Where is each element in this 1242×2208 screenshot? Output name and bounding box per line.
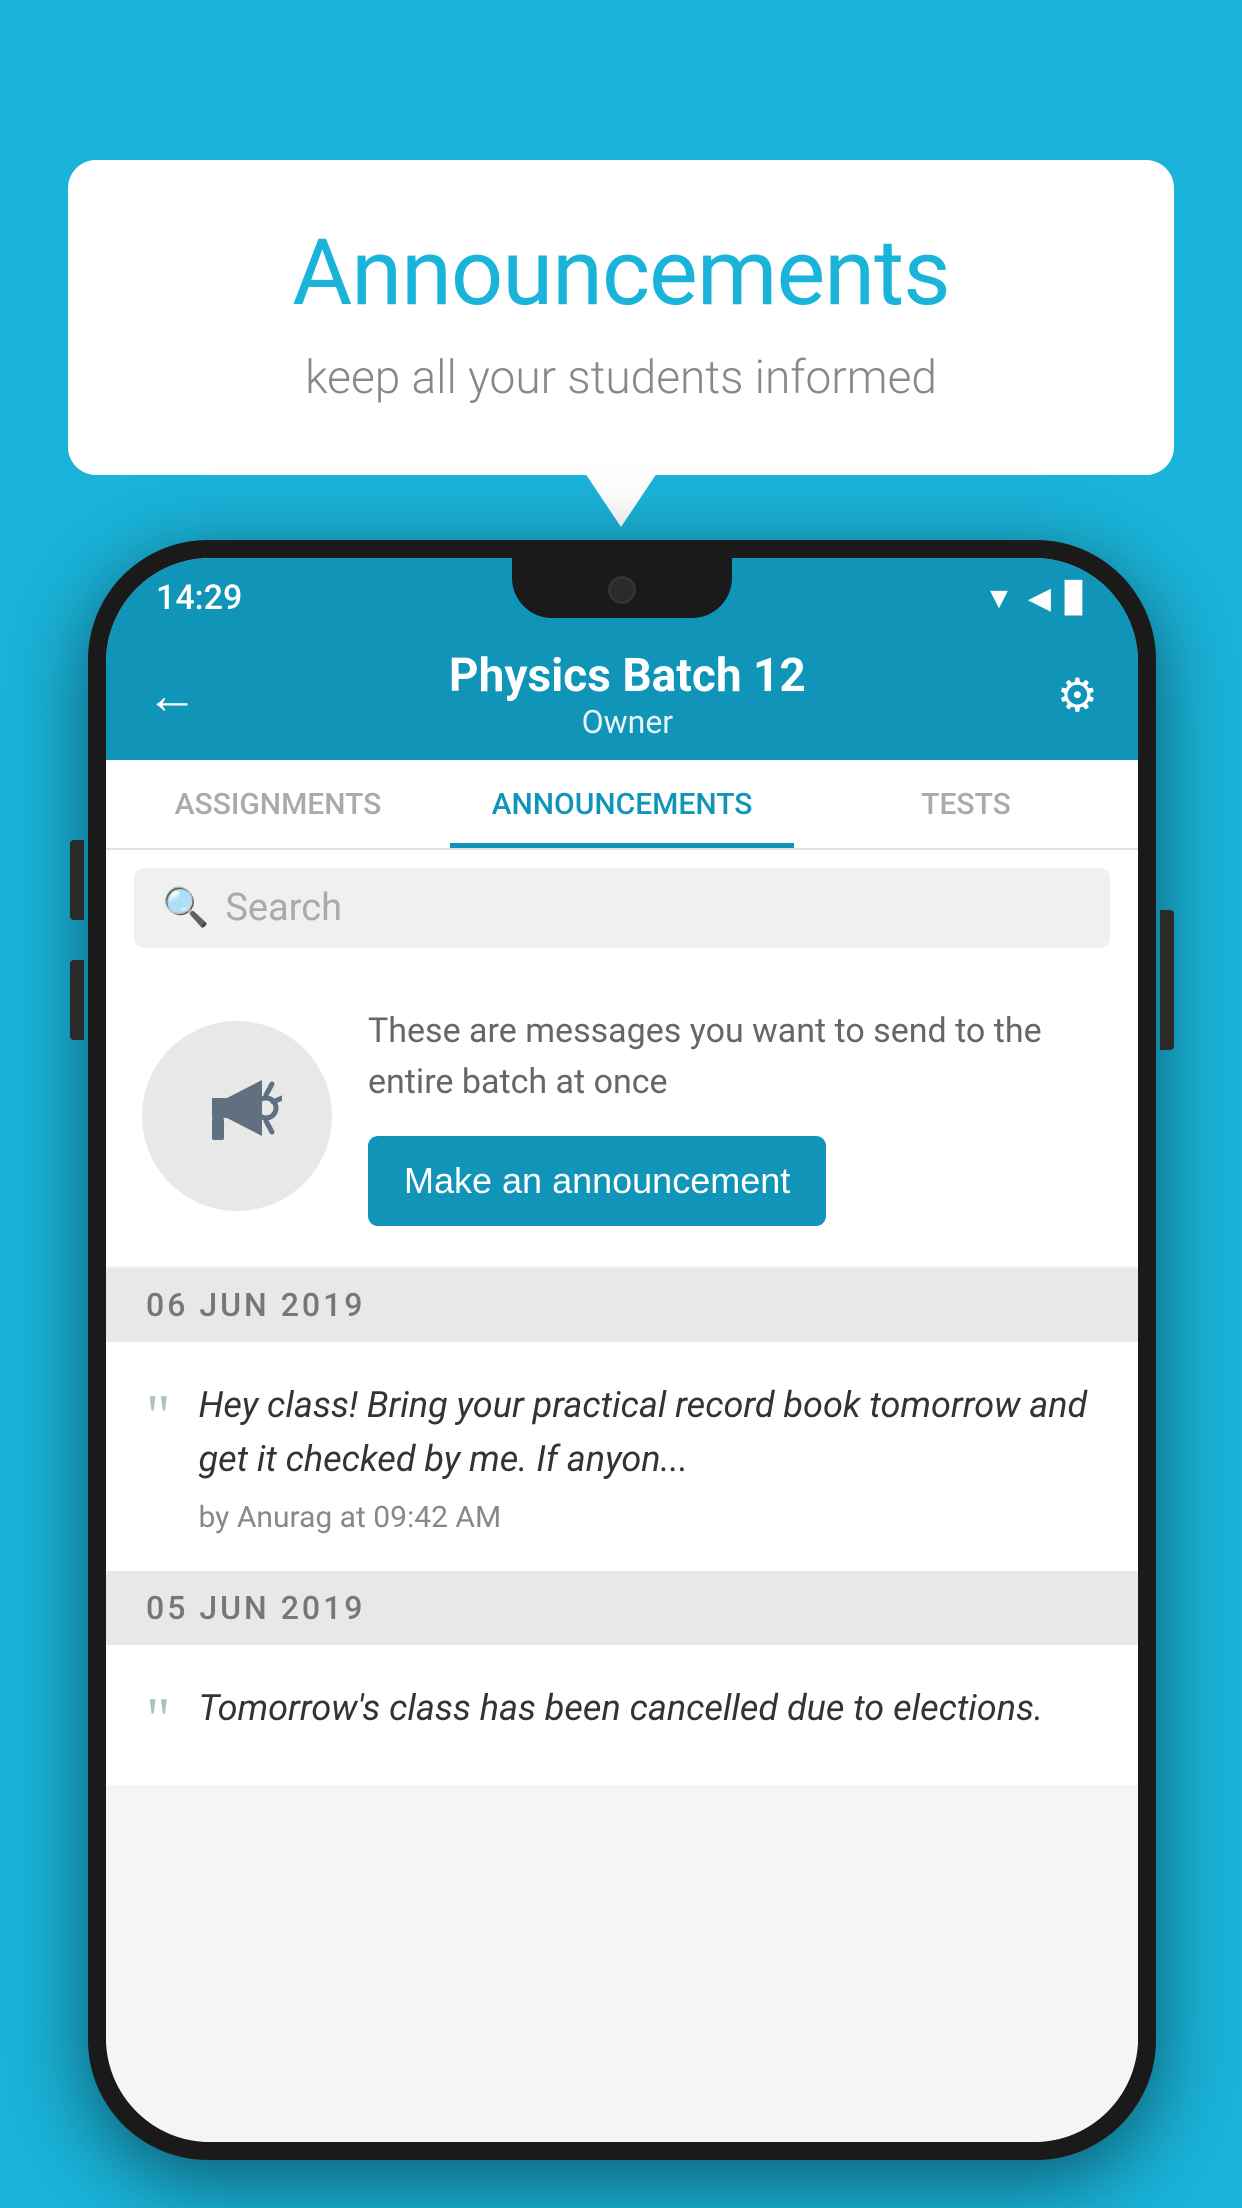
signal-icon: ◀ bbox=[1028, 581, 1051, 616]
date-header-jun05: 05 JUN 2019 bbox=[106, 1571, 1138, 1645]
megaphone-icon bbox=[192, 1060, 282, 1172]
announcement-promo: These are messages you want to send to t… bbox=[106, 966, 1138, 1266]
front-camera bbox=[608, 576, 636, 604]
phone-outer: 14:29 ▼ ◀ ▊ ← Physics Batch 12 Owner ⚙ bbox=[88, 540, 1156, 2160]
content-area: 🔍 Search bbox=[106, 850, 1138, 2142]
battery-icon: ▊ bbox=[1065, 581, 1088, 616]
announcement-text-1: Hey class! Bring your practical record b… bbox=[199, 1378, 1099, 1486]
settings-button[interactable]: ⚙ bbox=[1057, 668, 1098, 723]
promo-right: These are messages you want to send to t… bbox=[368, 1006, 1102, 1226]
phone-container: 14:29 ▼ ◀ ▊ ← Physics Batch 12 Owner ⚙ bbox=[88, 540, 1156, 2160]
search-icon: 🔍 bbox=[162, 886, 209, 930]
speech-bubble: Announcements keep all your students inf… bbox=[68, 160, 1174, 475]
announcement-item-2[interactable]: " Tomorrow's class has been cancelled du… bbox=[106, 1645, 1138, 1785]
announcement-item-1[interactable]: " Hey class! Bring your practical record… bbox=[106, 1342, 1138, 1571]
tab-bar: ASSIGNMENTS ANNOUNCEMENTS TESTS bbox=[106, 760, 1138, 850]
search-placeholder-text: Search bbox=[225, 886, 342, 930]
announcement-text-2: Tomorrow's class has been cancelled due … bbox=[199, 1681, 1099, 1735]
announcement-content-2: Tomorrow's class has been cancelled due … bbox=[199, 1681, 1099, 1749]
promo-description: These are messages you want to send to t… bbox=[368, 1006, 1102, 1108]
app-bar-title-area: Physics Batch 12 Owner bbox=[198, 649, 1057, 741]
make-announcement-button[interactable]: Make an announcement bbox=[368, 1136, 826, 1226]
status-icons: ▼ ◀ ▊ bbox=[984, 581, 1088, 616]
promo-icon-circle bbox=[142, 1021, 332, 1211]
quote-icon-2: " bbox=[146, 1689, 171, 1749]
volume-up-button bbox=[70, 840, 84, 920]
wifi-icon: ▼ bbox=[984, 581, 1014, 616]
app-bar-subtitle: Owner bbox=[198, 703, 1057, 741]
date-header-jun06: 06 JUN 2019 bbox=[106, 1268, 1138, 1342]
speech-bubble-subtitle: keep all your students informed bbox=[148, 351, 1094, 405]
announcement-meta-1: by Anurag at 09:42 AM bbox=[199, 1500, 1099, 1535]
phone-screen: 14:29 ▼ ◀ ▊ ← Physics Batch 12 Owner ⚙ bbox=[106, 558, 1138, 2142]
volume-down-button bbox=[70, 960, 84, 1040]
speech-bubble-container: Announcements keep all your students inf… bbox=[68, 160, 1174, 475]
search-container: 🔍 Search bbox=[106, 850, 1138, 966]
tab-assignments[interactable]: ASSIGNMENTS bbox=[106, 760, 450, 848]
announcement-content-1: Hey class! Bring your practical record b… bbox=[199, 1378, 1099, 1535]
status-time: 14:29 bbox=[156, 578, 242, 618]
tab-tests[interactable]: TESTS bbox=[794, 760, 1138, 848]
speech-bubble-title: Announcements bbox=[148, 220, 1094, 327]
quote-icon: " bbox=[146, 1386, 171, 1446]
back-button[interactable]: ← bbox=[146, 665, 198, 726]
app-bar-title: Physics Batch 12 bbox=[198, 649, 1057, 703]
tab-announcements[interactable]: ANNOUNCEMENTS bbox=[450, 760, 794, 848]
search-box[interactable]: 🔍 Search bbox=[134, 868, 1110, 948]
phone-notch bbox=[512, 558, 732, 618]
app-bar: ← Physics Batch 12 Owner ⚙ bbox=[106, 630, 1138, 760]
power-button bbox=[1160, 910, 1174, 1050]
